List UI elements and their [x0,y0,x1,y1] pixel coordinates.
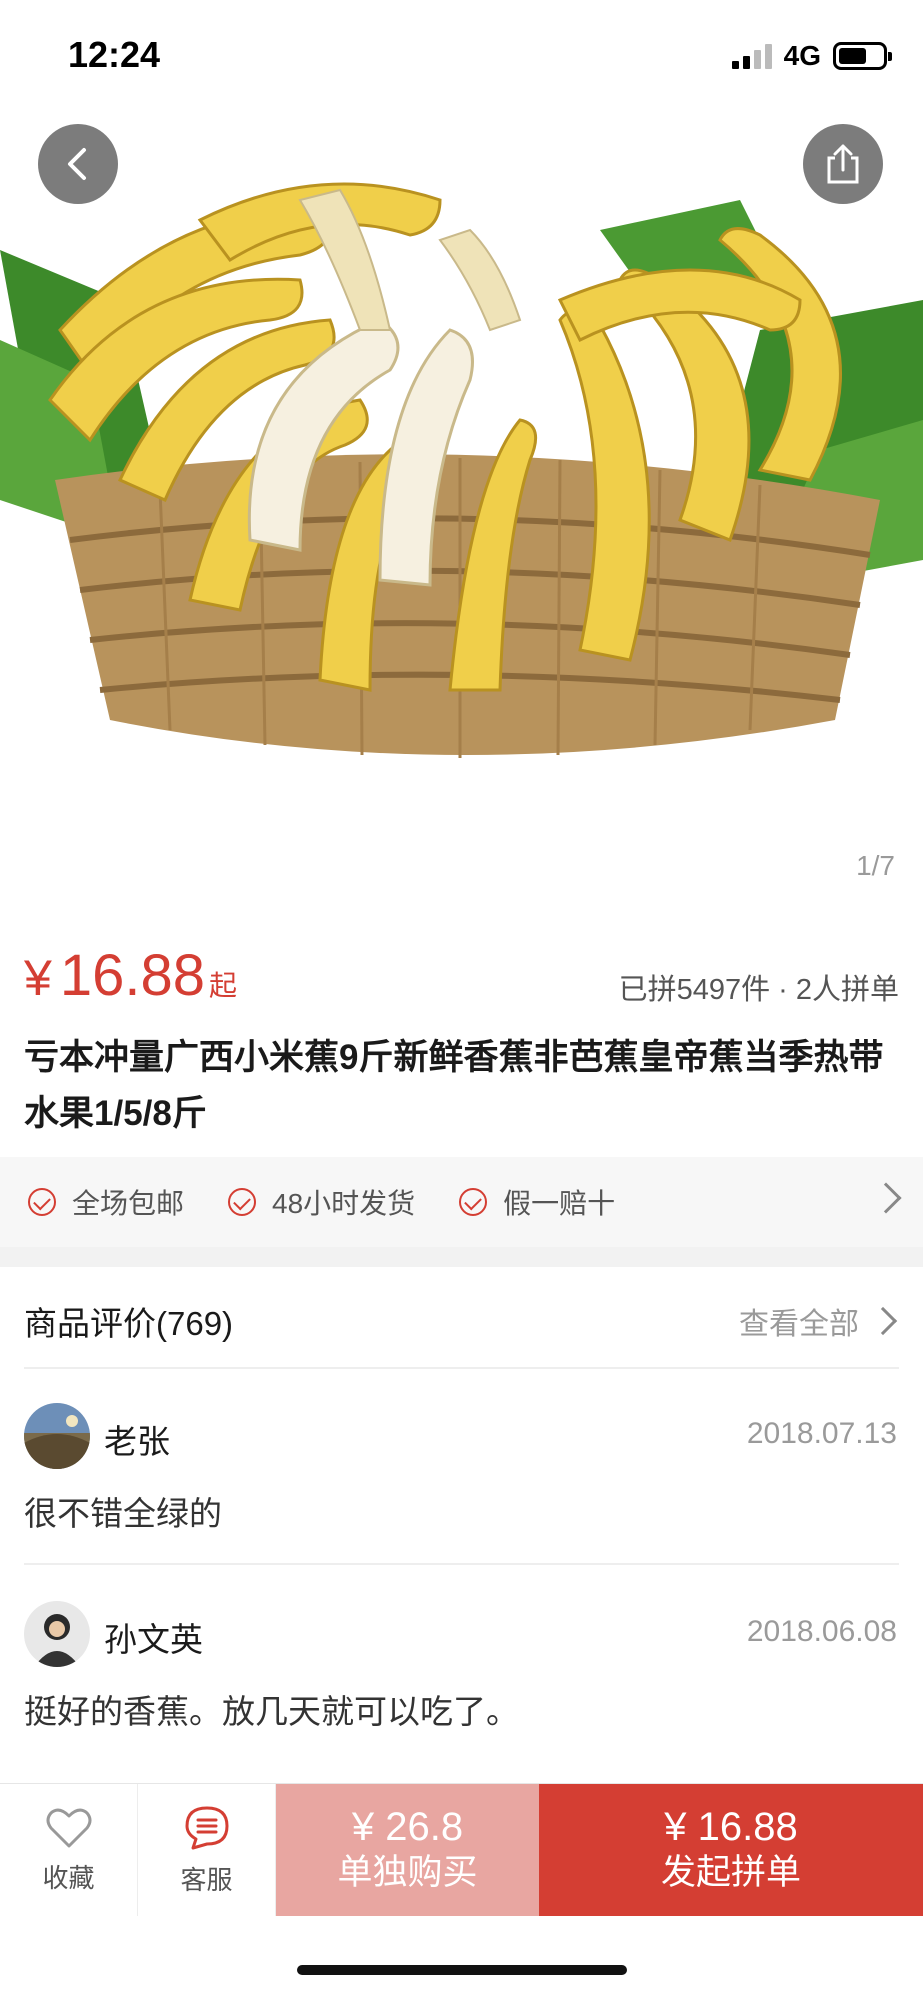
chevron-right-icon[interactable] [870,1182,902,1214]
product-image[interactable] [0,0,923,805]
network-type: 4G [783,40,821,71]
signal-icon [731,43,772,69]
price-suffix: 起 [208,970,237,1001]
battery-icon [833,42,892,70]
chevron-right-icon [868,1306,898,1336]
service-item: 48小时发货 [228,1182,415,1222]
service-label: 假一赔十 [503,1188,616,1219]
section-gap [0,1247,923,1267]
customer-service-button[interactable]: 客服 [138,1784,276,1916]
favorite-label: 收藏 [42,1862,95,1893]
check-circle-icon [459,1188,488,1216]
reviews-title: 商品评价(769) [24,1305,234,1342]
back-button[interactable] [38,124,118,204]
product-title: 亏本冲量广西小米蕉9斤新鲜香蕉非芭蕉皇帝蕉当季热带水果1/5/8斤 [24,1038,884,1133]
share-icon [827,144,859,184]
service-guarantees[interactable]: 全场包邮 48小时发货 假一赔十 [0,1157,923,1247]
check-circle-icon [228,1188,257,1216]
status-time: 12:24 [68,34,161,75]
view-all-reviews-link[interactable]: 查看全部 [739,1299,898,1343]
chat-icon [185,1806,228,1849]
reviews-header: 商品评价(769) 查看全部 [0,1267,923,1367]
group-price: ¥ 16.88 [664,1805,798,1849]
service-label: 48小时发货 [272,1188,416,1219]
review-item: 孙文英 2018.06.08 挺好的香蕉。放几天就可以吃了。 [0,1567,923,1757]
solo-label: 单独购买 [337,1853,478,1892]
service-item: 全场包邮 [28,1182,184,1222]
service-item: 假一赔十 [459,1182,615,1222]
home-indicator[interactable] [297,1965,627,1975]
customer-service-label: 客服 [180,1864,233,1895]
status-bar: 12:24 4G [0,0,923,110]
view-all-label: 查看全部 [739,1308,859,1341]
buy-alone-button[interactable]: ¥ 26.8 单独购买 [276,1784,539,1916]
price: ¥16.88 起 [24,942,237,1009]
reviewer-name: 老张 [104,1423,170,1460]
price-row: ¥16.88 起 已拼5497件 · 2人拼单 [24,942,899,1022]
avatar [24,1403,90,1469]
currency-symbol: ¥ [24,950,52,1006]
service-label: 全场包邮 [72,1188,185,1219]
divider [24,1563,899,1565]
share-button[interactable] [803,124,883,204]
review-text: 很不错全绿的 [24,1495,222,1532]
heart-icon [46,1808,91,1847]
favorite-button[interactable]: 收藏 [0,1784,138,1916]
reviewer-name: 孙文英 [104,1621,203,1658]
price-value: 16.88 [59,943,205,1008]
chevron-left-icon [68,148,86,180]
avatar [24,1601,90,1667]
review-item: 老张 2018.07.13 很不错全绿的 [0,1369,923,1559]
review-text: 挺好的香蕉。放几天就可以吃了。 [24,1693,519,1730]
group-label: 发起拼单 [660,1853,801,1892]
banana-basket-illustration [0,182,923,758]
review-date: 2018.07.13 [746,1417,897,1450]
check-circle-icon [28,1188,56,1216]
image-counter: 1/7 [856,850,895,881]
status-indicators: 4G [731,40,892,72]
solo-price: ¥ 26.8 [351,1805,464,1849]
sold-info: 已拼5497件 · 2人拼单 [618,974,899,1006]
review-date: 2018.06.08 [746,1615,897,1648]
bottom-action-bar: 收藏 客服 ¥ 26.8 单独购买 ¥ 16.88 发起拼单 [0,1783,923,1916]
start-group-buy-button[interactable]: ¥ 16.88 发起拼单 [539,1784,923,1916]
